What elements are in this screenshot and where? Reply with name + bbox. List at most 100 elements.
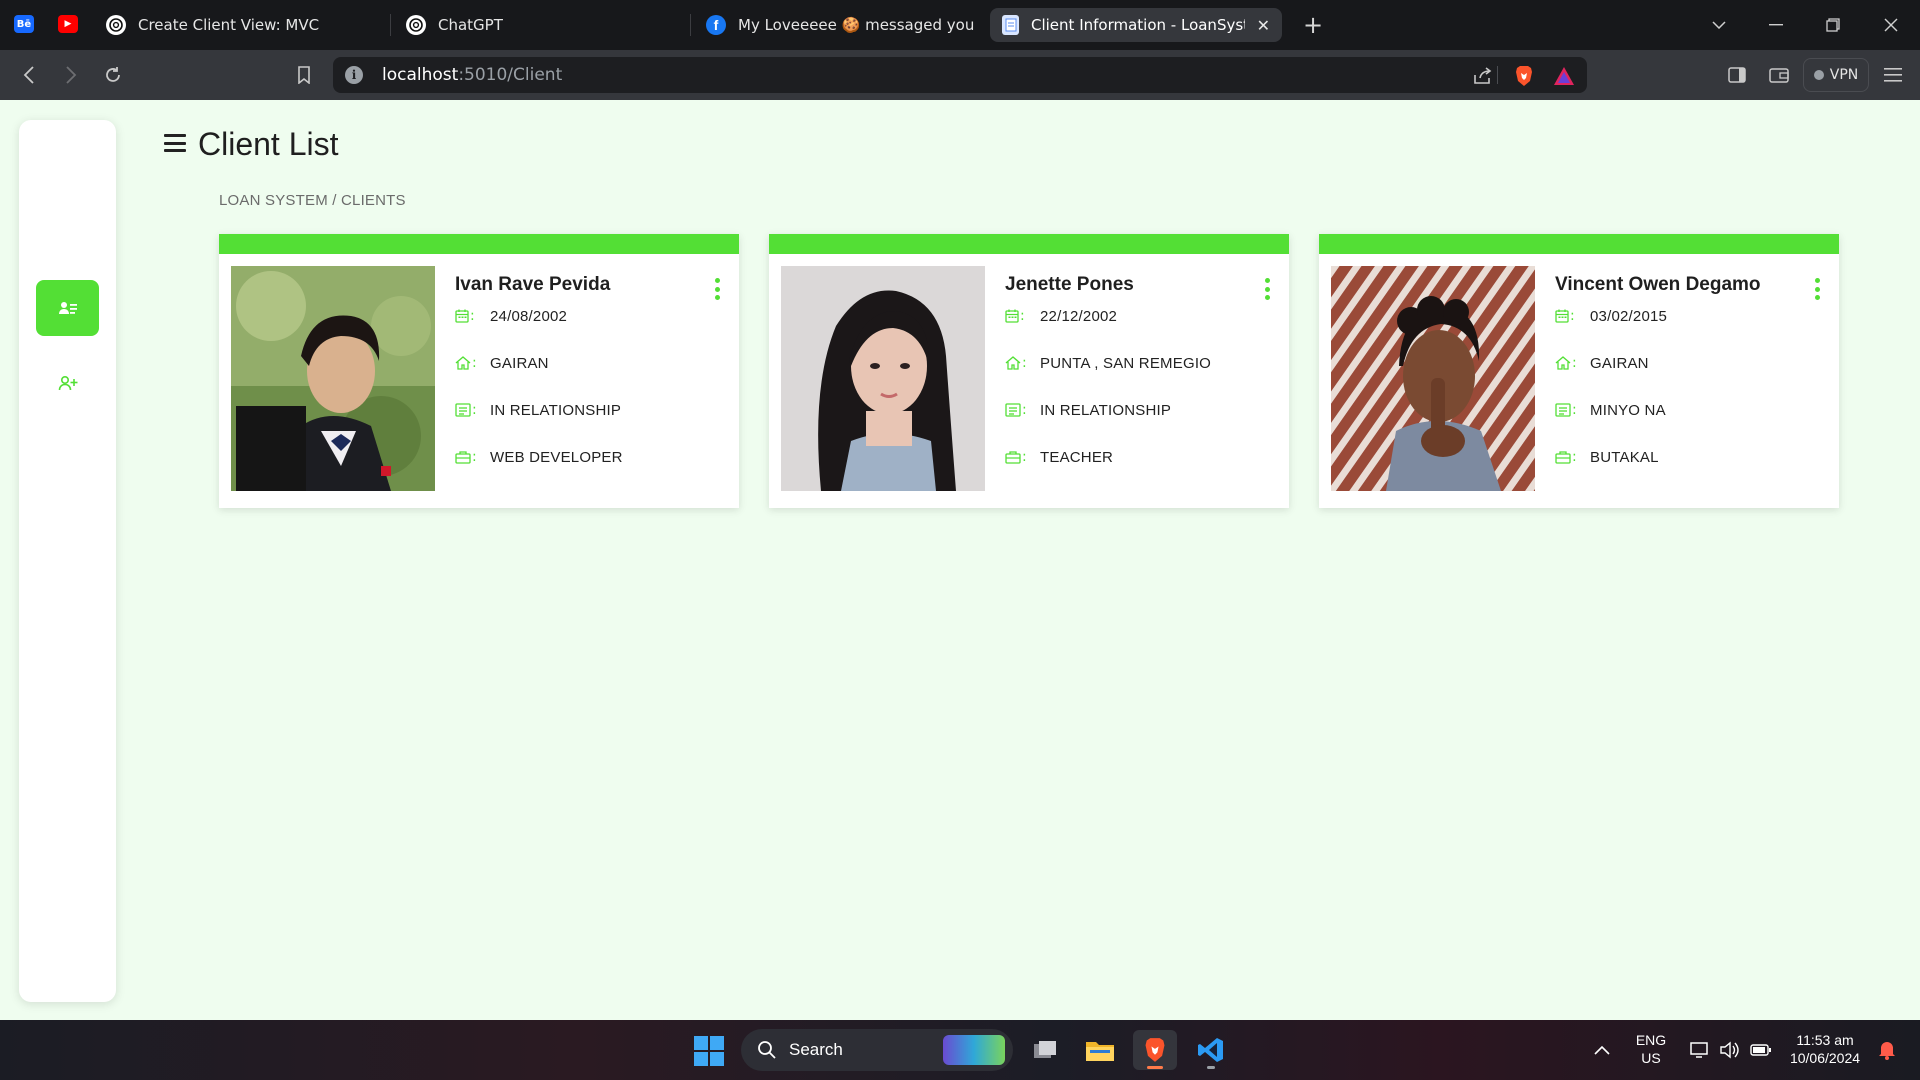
chatgpt-icon	[106, 15, 126, 35]
client-address-row: : GAIRAN	[1555, 351, 1649, 375]
client-status-row: : MINYO NA	[1555, 398, 1666, 422]
calendar-icon: :	[455, 308, 485, 324]
client-occupation-row: : WEB DEVELOPER	[455, 445, 623, 469]
client-name: Ivan Rave Pevida	[455, 274, 611, 295]
menu-toggle-icon[interactable]	[164, 134, 186, 152]
sidebar-toggle-icon[interactable]	[1722, 60, 1752, 90]
vpn-status-icon	[1813, 70, 1824, 80]
wallet-icon[interactable]	[1764, 60, 1794, 90]
tab-title: Create Client View: MVC	[138, 16, 320, 34]
behance-icon: Bē	[14, 15, 34, 33]
home-icon: :	[455, 355, 485, 371]
brave-rewards-icon[interactable]	[1551, 63, 1577, 89]
card-accent-bar	[769, 234, 1289, 254]
back-button[interactable]	[14, 60, 44, 90]
client-photo	[231, 266, 435, 491]
minimize-button[interactable]	[1761, 10, 1791, 40]
sidebar-item-add-client[interactable]	[36, 355, 99, 411]
tab-title: ChatGPT	[438, 16, 503, 34]
client-status-row: : IN RELATIONSHIP	[455, 398, 621, 422]
vscode-icon[interactable]	[1189, 1030, 1233, 1070]
breadcrumb: LOAN SYSTEM / CLIENTS	[219, 192, 406, 209]
client-card: Vincent Owen Degamo : 03/02/2015 : GAIRA…	[1319, 234, 1839, 508]
more-options-icon[interactable]	[1264, 278, 1270, 300]
briefcase-icon: :	[1005, 449, 1035, 465]
more-options-icon[interactable]	[714, 278, 720, 300]
task-view-icon[interactable]	[1023, 1030, 1067, 1070]
share-icon[interactable]	[1470, 63, 1496, 89]
vpn-button[interactable]: VPN	[1803, 58, 1869, 92]
youtube-icon: ▶	[58, 15, 78, 33]
site-info-icon[interactable]: i	[345, 66, 363, 84]
pinned-tab-behance[interactable]: Bē	[10, 9, 38, 39]
tab-facebook-message[interactable]: f My Loveeeee 🍪 messaged you	[694, 8, 986, 42]
brave-browser-taskbar-icon[interactable]	[1133, 1030, 1177, 1070]
client-name: Vincent Owen Degamo	[1555, 274, 1761, 295]
tab-create-client-view[interactable]: Create Client View: MVC	[94, 8, 386, 42]
chatgpt-icon	[406, 15, 426, 35]
client-card: Jenette Pones : 22/12/2002 : PUNTA , SAN…	[769, 234, 1289, 508]
client-photo	[781, 266, 985, 491]
client-occupation-row: : BUTAKAL	[1555, 445, 1659, 469]
tab-chatgpt[interactable]: ChatGPT	[394, 8, 686, 42]
close-tab-icon[interactable]: ✕	[1245, 16, 1270, 35]
taskbar-search[interactable]: Search	[741, 1029, 1013, 1071]
volume-icon	[1720, 1041, 1739, 1059]
sidebar-item-client-list[interactable]	[36, 280, 99, 336]
sidebar	[19, 120, 116, 1002]
new-tab-button[interactable]: +	[1298, 10, 1328, 40]
brave-shield-icon[interactable]	[1511, 63, 1537, 89]
restore-button[interactable]	[1818, 10, 1848, 40]
calendar-icon: :	[1555, 308, 1585, 324]
pinned-tab-youtube[interactable]: ▶	[54, 9, 82, 39]
tab-title: Client Information - LoanSystem	[1031, 16, 1245, 34]
tab-client-information[interactable]: Client Information - LoanSystem ✕	[990, 8, 1282, 42]
more-options-icon[interactable]	[1814, 278, 1820, 300]
page-viewport: Client List LOAN SYSTEM / CLIENTS Ivan R…	[0, 100, 1920, 1020]
notification-bell-icon[interactable]	[1872, 1030, 1902, 1070]
user-plus-icon	[58, 375, 77, 391]
calendar-icon: :	[1005, 308, 1035, 324]
file-explorer-icon[interactable]	[1078, 1030, 1122, 1070]
id-card-icon: :	[455, 402, 485, 418]
id-card-icon: :	[1005, 402, 1035, 418]
client-occupation-row: : TEACHER	[1005, 445, 1113, 469]
address-card-icon	[58, 302, 77, 314]
client-birthdate-row: : 22/12/2002	[1005, 304, 1117, 328]
clock[interactable]: 11:53 am 10/06/2024	[1780, 1031, 1870, 1067]
card-accent-bar	[219, 234, 739, 254]
reload-button[interactable]	[98, 60, 128, 90]
show-hidden-icons-chevron-icon[interactable]	[1580, 1030, 1624, 1070]
client-address-row: : PUNTA , SAN REMEGIO	[1005, 351, 1211, 375]
taskbar: Search ENG US 11:53 am 10/06/2024	[0, 1020, 1920, 1080]
page-icon	[1002, 15, 1019, 35]
client-photo	[1331, 266, 1535, 491]
client-address-row: : GAIRAN	[455, 351, 549, 375]
browser-menu-icon[interactable]	[1878, 60, 1908, 90]
tab-search-chevron-icon[interactable]	[1704, 10, 1734, 40]
browser-toolbar: i localhost:5010/Client VPN	[0, 50, 1920, 100]
client-name: Jenette Pones	[1005, 274, 1134, 295]
client-birthdate-row: : 24/08/2002	[455, 304, 567, 328]
client-status-row: : IN RELATIONSHIP	[1005, 398, 1171, 422]
url-text: localhost:5010/Client	[382, 65, 563, 85]
tab-strip: Bē ▶ Create Client View: MVC ChatGPT f M…	[0, 0, 1920, 50]
client-card: Ivan Rave Pevida : 24/08/2002 : GAIRAN :…	[219, 234, 739, 508]
page-title: Client List	[198, 126, 339, 162]
battery-icon	[1750, 1044, 1771, 1056]
network-icon	[1690, 1042, 1708, 1058]
windows-start-icon[interactable]	[694, 1036, 724, 1066]
facebook-icon: f	[706, 15, 726, 35]
client-birthdate-row: : 03/02/2015	[1555, 304, 1667, 328]
briefcase-icon: :	[1555, 449, 1585, 465]
briefcase-icon: :	[455, 449, 485, 465]
forward-button[interactable]	[56, 60, 86, 90]
card-accent-bar	[1319, 234, 1839, 254]
home-icon: :	[1005, 355, 1035, 371]
bookmark-icon[interactable]	[289, 60, 319, 90]
address-bar[interactable]: i localhost:5010/Client	[333, 57, 1587, 93]
search-highlight-icon	[943, 1035, 1005, 1065]
close-window-button[interactable]	[1876, 10, 1906, 40]
system-tray-icons[interactable]	[1686, 1030, 1776, 1070]
language-indicator[interactable]: ENG US	[1628, 1031, 1674, 1067]
